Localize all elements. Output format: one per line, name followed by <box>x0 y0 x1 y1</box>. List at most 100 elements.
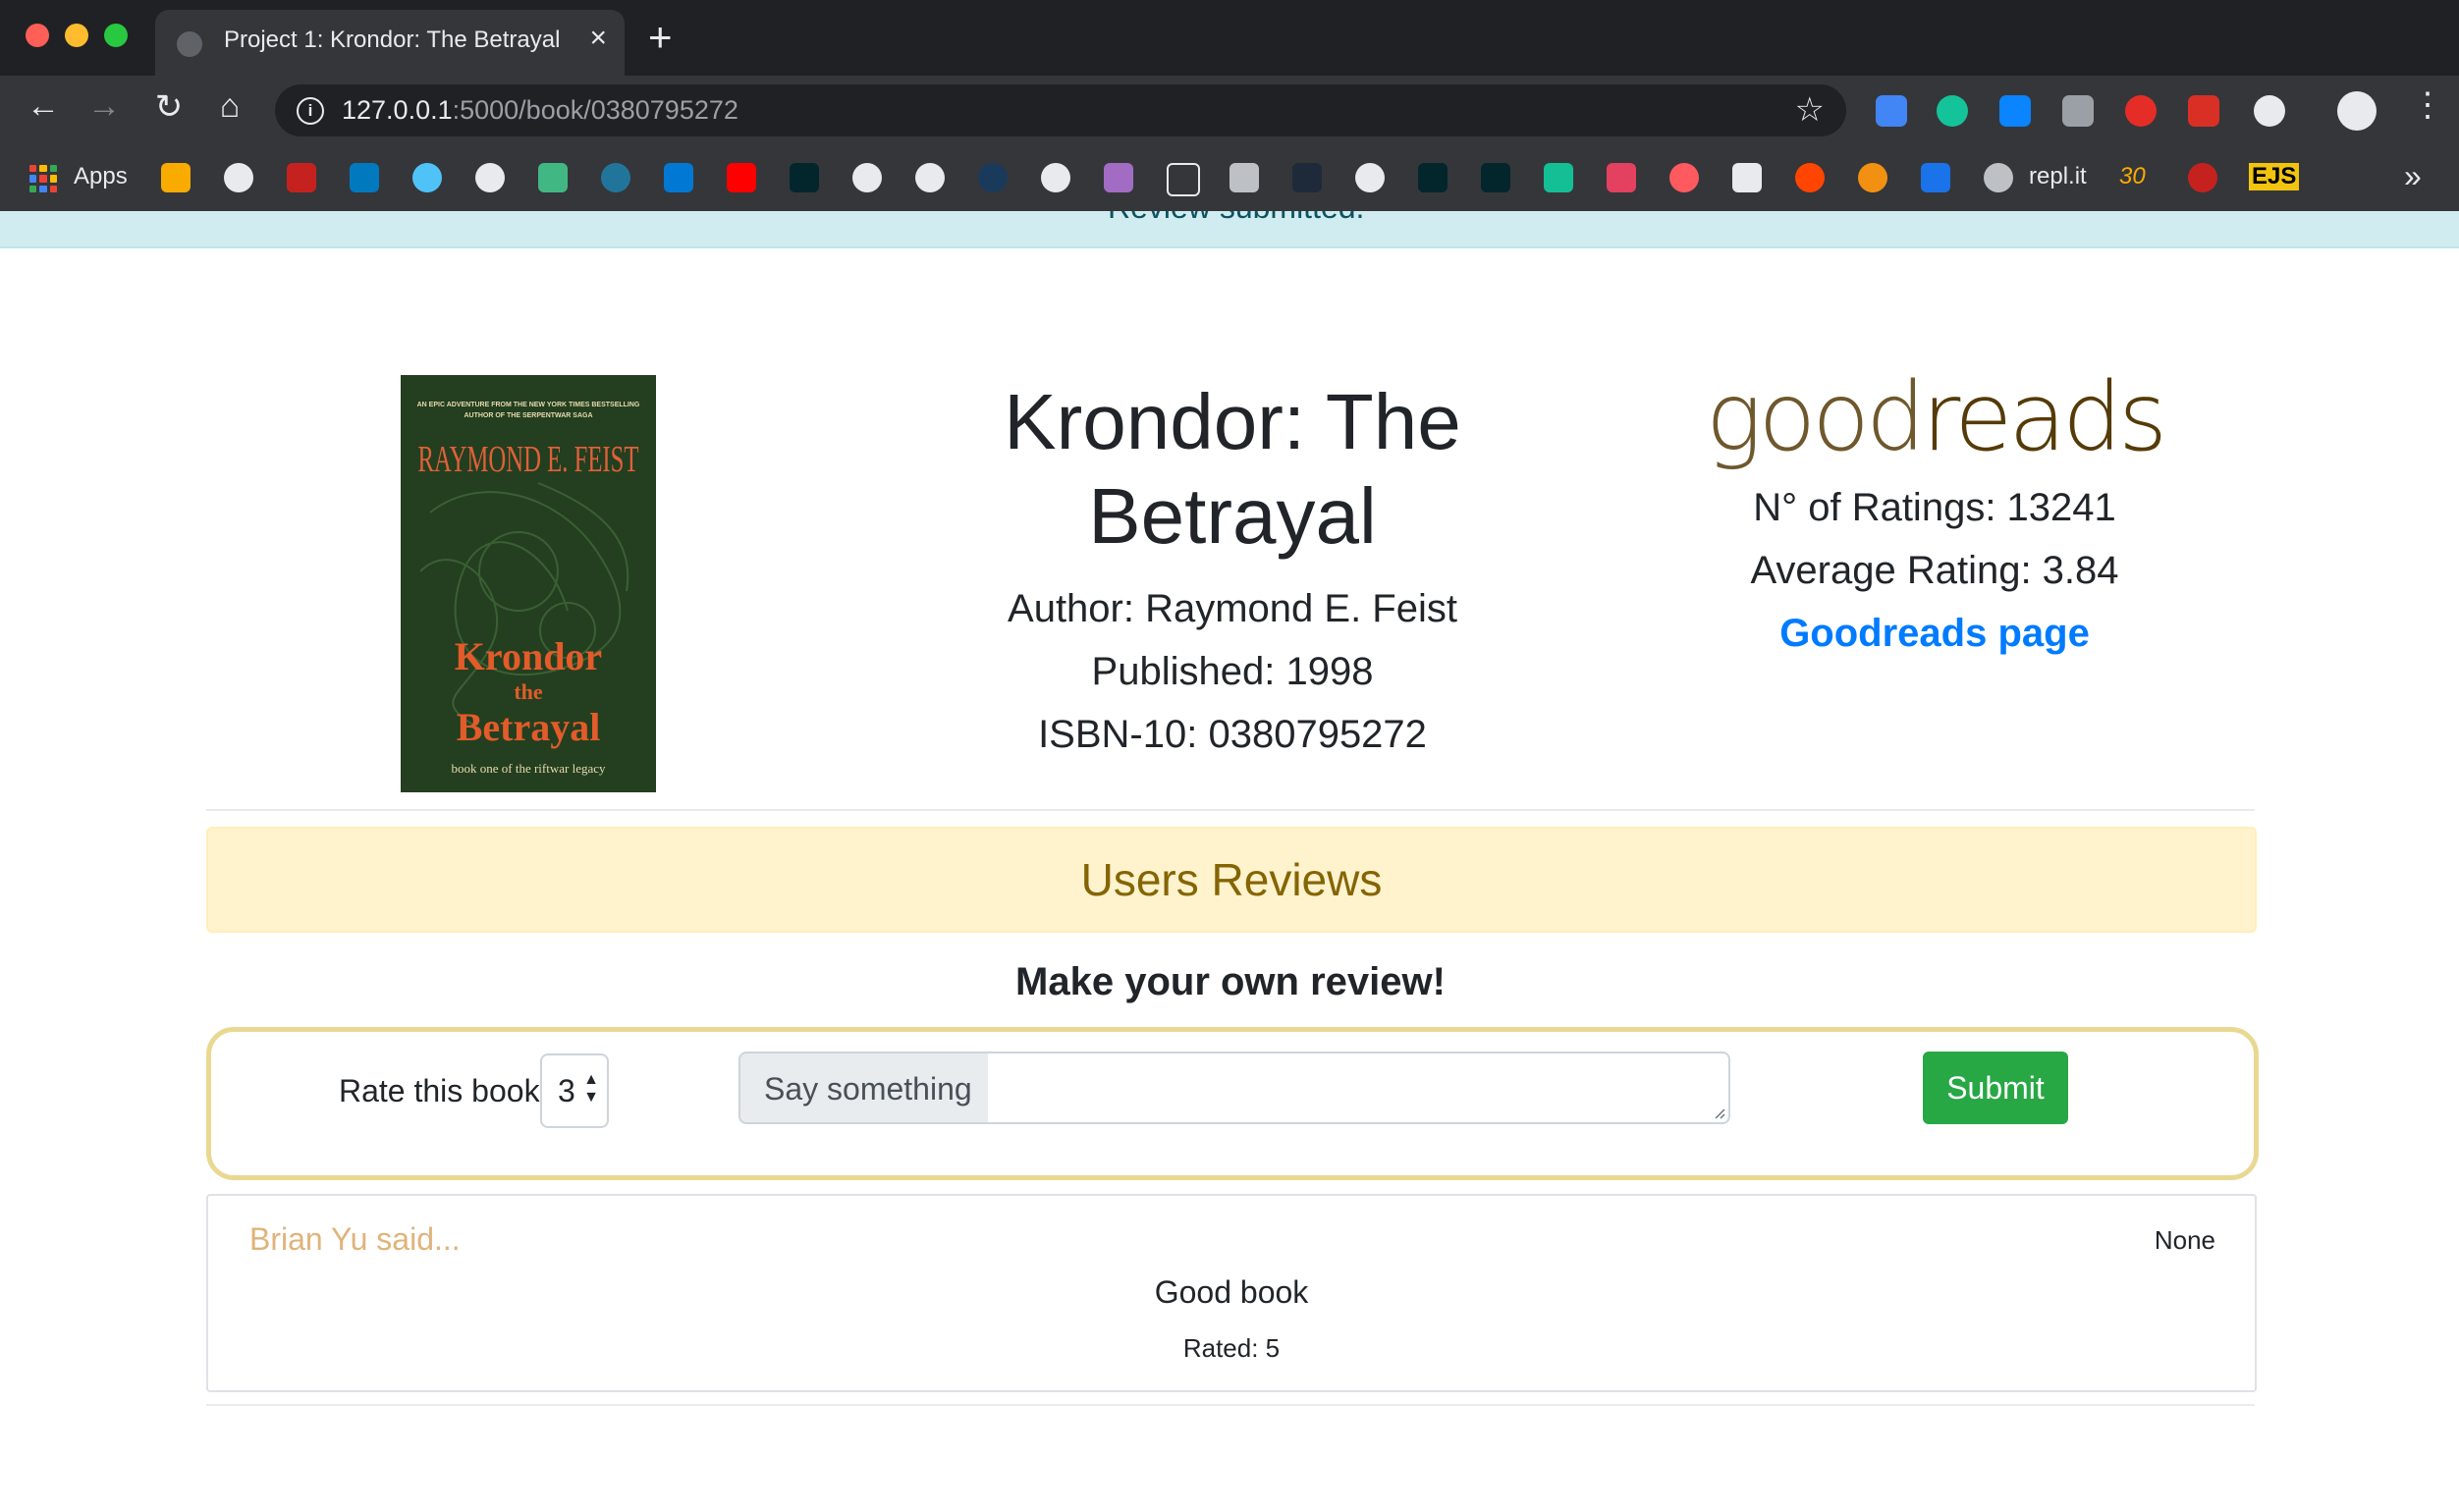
office-icon[interactable] <box>2188 95 2219 127</box>
bookmark-pink-icon[interactable] <box>1607 163 1636 192</box>
globe-icon[interactable] <box>475 163 505 192</box>
cover-tagline: AUTHOR OF THE SERPENTWAR SAGA <box>464 412 592 419</box>
bookmark-ejs[interactable]: EJS <box>2249 163 2300 190</box>
url-text[interactable]: 127.0.0.1:5000/book/0380795272 <box>342 95 738 126</box>
apps-grid-icon[interactable] <box>29 165 57 192</box>
book-author: Author: Raymond E. Feist <box>1008 587 1457 630</box>
bookmark-star-icon[interactable]: ☆ <box>1795 90 1825 130</box>
review-author: Brian Yu said... <box>249 1221 461 1257</box>
bookmarks-bar: Apps repl.it 30 EJS » <box>0 146 2459 211</box>
globe-icon <box>177 31 202 57</box>
youtube-icon[interactable] <box>727 163 756 192</box>
wordpress-icon[interactable] <box>601 163 630 192</box>
grammarly-icon[interactable] <box>1937 95 1968 127</box>
reload-icon[interactable]: ↻ <box>147 87 191 127</box>
resize-handle-icon[interactable] <box>1712 1106 1725 1119</box>
bookmark-grid-icon[interactable] <box>1230 163 1259 192</box>
alert-text: Review submitted. <box>1108 211 1364 226</box>
comment-label: Say something <box>764 1071 972 1107</box>
json-viewer-icon[interactable] <box>2254 95 2285 127</box>
trello-icon[interactable] <box>350 163 379 192</box>
goodreads-panel: goodreads N° of Ratings: 13241 Average R… <box>1699 358 2170 665</box>
analytics-icon[interactable] <box>161 163 191 192</box>
book-isbn: ISBN-10: 0380795272 <box>1038 713 1427 756</box>
cover-author: RAYMOND E. FEIST <box>418 439 639 480</box>
google-translate-icon[interactable] <box>1876 95 1907 127</box>
comment-textarea[interactable] <box>988 1052 1730 1124</box>
globe-icon[interactable] <box>224 163 253 192</box>
bookmark-apps[interactable]: Apps <box>74 163 128 190</box>
tab-close-icon[interactable]: × <box>589 22 607 55</box>
rating-value: 3 <box>558 1073 575 1108</box>
reddit-icon[interactable] <box>1795 163 1825 192</box>
edx-icon[interactable] <box>790 163 819 192</box>
cover-tagline: AN EPIC ADVENTURE FROM THE NEW YORK TIME… <box>417 402 640 408</box>
cloud-icon[interactable] <box>1921 163 1950 192</box>
azure-devops-icon[interactable] <box>664 163 693 192</box>
book-published: Published: 1998 <box>1091 650 1374 693</box>
cover-title: Krondor <box>455 634 602 678</box>
heroku-icon[interactable] <box>1104 163 1133 192</box>
make-review-heading: Make your own review! <box>1015 960 1446 1003</box>
goodreads-page-link[interactable]: Goodreads page <box>1779 612 2090 655</box>
address-bar[interactable]: i 127.0.0.1:5000/book/0380795272 ☆ <box>275 84 1846 136</box>
globe-icon[interactable] <box>1041 163 1070 192</box>
close-window-button[interactable] <box>26 24 49 47</box>
edx-icon[interactable] <box>1418 163 1448 192</box>
bookmark-30[interactable]: 30 <box>2119 163 2146 190</box>
tab-title: Project 1: Krondor: The Betrayal <box>224 27 561 53</box>
browser-tab[interactable]: Project 1: Krondor: The Betrayal × <box>155 10 625 76</box>
maximize-window-button[interactable] <box>104 24 128 47</box>
minimize-window-button[interactable] <box>65 24 88 47</box>
comment-prepend: Say something <box>738 1052 990 1124</box>
bookmark-bot-icon[interactable] <box>412 163 442 192</box>
bookmark-red-icon[interactable] <box>287 163 316 192</box>
bookmark-orange-icon[interactable] <box>1858 163 1887 192</box>
bookmark-dark-icon[interactable] <box>978 163 1008 192</box>
bookmark-dark-icon[interactable] <box>1292 163 1322 192</box>
average-rating: Average Rating: 3.84 <box>1750 549 2119 592</box>
khan-academy-icon[interactable] <box>1544 163 1573 192</box>
review-form: Rate this book 3 ▲ ▼ Say something Submit <box>206 1027 2259 1180</box>
bookmark-red-figure-icon[interactable] <box>2188 163 2217 192</box>
divider <box>206 809 2255 811</box>
notion-icon[interactable] <box>1167 163 1200 196</box>
review-date: None <box>2154 1225 2215 1255</box>
cover-title: the <box>514 679 543 704</box>
review-card: Brian Yu said... None Good book Rated: 5 <box>206 1194 2257 1392</box>
reviews-heading: Users Reviews <box>1080 854 1383 905</box>
chevron-more-icon[interactable]: » <box>2404 158 2422 194</box>
comment-input-group: Say something <box>738 1052 1732 1124</box>
rating-select[interactable]: 3 ▲ ▼ <box>540 1053 609 1128</box>
edx-icon[interactable] <box>1481 163 1510 192</box>
book-cover-image: AN EPIC ADVENTURE FROM THE NEW YORK TIME… <box>401 375 656 792</box>
goodreads-logo: goodreads <box>1705 362 2167 472</box>
github-icon[interactable] <box>852 163 882 192</box>
browser-toolbar: ← → ↻ ⌂ i 127.0.0.1:5000/book/0380795272… <box>0 76 2459 146</box>
review-text: Good book <box>1154 1274 1309 1310</box>
forward-icon[interactable]: → <box>82 87 126 126</box>
select-arrows-icon: ▲ ▼ <box>583 1071 599 1106</box>
menu-kebab-icon[interactable]: ⋮ <box>2411 85 2444 125</box>
bookmark-replit[interactable]: repl.it <box>2029 163 2087 190</box>
browser-titlebar: Project 1: Krondor: The Betrayal × + <box>0 0 2459 76</box>
bookmark-doc-icon[interactable] <box>1732 163 1762 192</box>
submit-button[interactable]: Submit <box>1923 1052 2068 1124</box>
replit-icon[interactable] <box>1984 163 2013 192</box>
line-icon[interactable] <box>2062 95 2094 127</box>
back-icon[interactable]: ← <box>22 87 65 126</box>
info-icon[interactable]: i <box>297 97 324 125</box>
icloud-icon[interactable] <box>1999 95 2031 127</box>
review-rating: Rated: 5 <box>1182 1333 1281 1363</box>
ratings-count: N° of Ratings: 13241 <box>1753 486 2116 529</box>
flash-alert: Review submitted. <box>0 211 2459 248</box>
youtube-ext-icon[interactable] <box>2125 95 2157 127</box>
globe-icon[interactable] <box>1355 163 1385 192</box>
airbnb-icon[interactable] <box>1669 163 1699 192</box>
github-icon[interactable] <box>915 163 945 192</box>
profile-avatar[interactable] <box>2337 91 2377 131</box>
vue-icon[interactable] <box>538 163 568 192</box>
home-icon[interactable]: ⌂ <box>208 87 251 126</box>
book-title: Krondor: The Betrayal <box>1004 378 1461 560</box>
new-tab-button[interactable]: + <box>648 14 673 61</box>
